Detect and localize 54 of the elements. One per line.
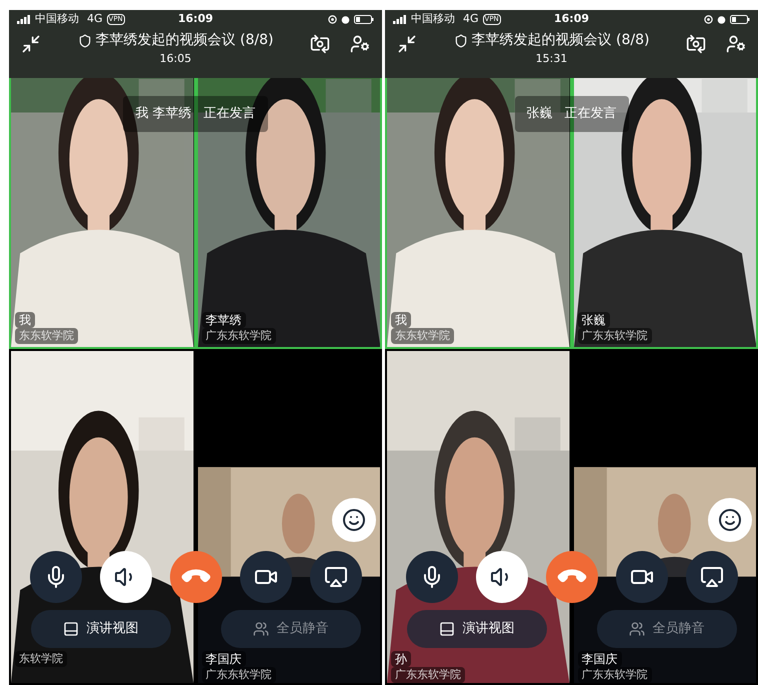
participant-org: 广东东软学院 — [578, 667, 652, 683]
call-duration: 16:05 — [160, 51, 192, 67]
shield-icon — [454, 34, 468, 48]
call-duration: 15:31 — [536, 51, 568, 67]
speaker-name: 我 李苹绣 — [135, 105, 192, 123]
carrier-name: 中国移动 — [411, 10, 455, 27]
participant-org: 广东东软学院 — [202, 328, 276, 344]
battery-icon — [354, 14, 374, 24]
meeting-title: 李苹绣发起的视频会议 (8/8) — [472, 31, 650, 50]
network-type: 4G — [87, 10, 103, 27]
smiley-icon — [342, 508, 366, 532]
participant-name: 我 — [391, 312, 411, 328]
shield-icon — [78, 34, 92, 48]
smiley-icon — [718, 508, 742, 532]
participant-org: 东软学院 — [15, 651, 67, 667]
meeting-title: 李苹绣发起的视频会议 (8/8) — [96, 31, 274, 50]
carrier-name: 中国移动 — [35, 10, 79, 27]
signal-icon — [393, 14, 407, 24]
participants-icon[interactable] — [726, 34, 746, 54]
participant-name: 李国庆 — [578, 651, 622, 667]
people-icon — [252, 621, 268, 637]
participant-org: 东东软学院 — [15, 328, 78, 344]
network-type: 4G — [463, 10, 479, 27]
clock: 16:09 — [552, 10, 590, 27]
minimize-icon[interactable] — [397, 34, 417, 54]
participant-org: 广东东软学院 — [202, 667, 276, 683]
people-icon — [628, 621, 644, 637]
lock-rotation-icon — [704, 14, 713, 24]
alarm-icon — [341, 14, 350, 24]
alarm-icon — [717, 14, 726, 24]
layout-icon — [438, 621, 454, 637]
minimize-icon[interactable] — [21, 34, 41, 54]
participant-name: 我 — [15, 312, 35, 328]
speaker-name: 张巍 — [526, 105, 552, 123]
participant-org: 广东东软学院 — [578, 328, 652, 344]
switch-camera-icon[interactable] — [686, 34, 706, 54]
participant-name: 孙 — [391, 651, 411, 667]
participant-name: 李国庆 — [202, 651, 246, 667]
participant-org: 广东东软学院 — [391, 667, 465, 683]
participants-icon[interactable] — [350, 34, 370, 54]
speaker-view-button[interactable]: 演讲视图 — [406, 610, 546, 648]
speaker-view-button[interactable]: 演讲视图 — [30, 610, 170, 648]
participant-org: 东东软学院 — [391, 328, 454, 344]
layout-icon — [62, 621, 78, 637]
switch-camera-icon[interactable] — [310, 34, 330, 54]
participant-name: 李苹绣 — [202, 312, 246, 328]
signal-icon — [17, 14, 31, 24]
screen-share-icon — [324, 565, 348, 589]
clock: 16:09 — [176, 10, 214, 27]
lock-rotation-icon — [328, 14, 337, 24]
screen-share-icon — [700, 565, 724, 589]
participant-name: 张巍 — [578, 312, 610, 328]
speaking-label: 正在发言 — [204, 105, 256, 123]
battery-icon — [730, 14, 750, 24]
